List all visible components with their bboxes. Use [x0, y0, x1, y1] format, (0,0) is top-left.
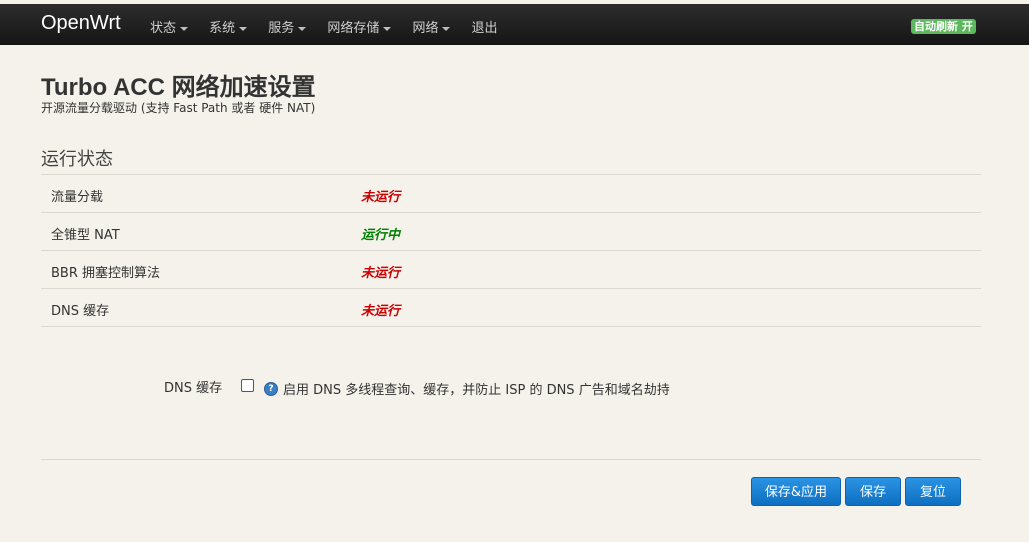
top-navbar: OpenWrt 状态 系统 服务 网络存储 网络 退出 自动刷新 开 [0, 4, 1029, 45]
menu-status-label: 状态 [150, 21, 177, 36]
status-label: BBR 拥塞控制算法 [51, 266, 161, 281]
menu-network-label: 网络 [412, 21, 439, 36]
status-value: 未运行 [361, 190, 401, 205]
menu-services-label: 服务 [268, 21, 295, 36]
status-row-fullcone-nat: 全锥型 NAT 运行中 [41, 213, 981, 251]
status-row-flow-offload: 流量分载 未运行 [41, 175, 981, 213]
status-table: 流量分载 未运行 全锥型 NAT 运行中 BBR 拥塞控制算法 未运行 DNS … [41, 174, 981, 327]
save-button[interactable]: 保存 [845, 477, 901, 506]
brand-logo[interactable]: OpenWrt [41, 12, 121, 35]
status-label: DNS 缓存 [51, 304, 110, 319]
menu-services[interactable]: 服务 [268, 17, 307, 36]
auto-refresh-badge[interactable]: 自动刷新 开 [911, 19, 976, 34]
menu-nas-label: 网络存储 [327, 21, 380, 36]
menu-logout[interactable]: 退出 [472, 17, 498, 36]
dns-cache-checkbox[interactable] [241, 379, 254, 392]
caret-down-icon [442, 26, 451, 31]
status-value: 未运行 [361, 266, 401, 281]
page-title: Turbo ACC 网络加速设置 [41, 74, 316, 101]
caret-down-icon [180, 26, 189, 31]
form-divider [41, 459, 981, 460]
help-icon: ? [264, 382, 278, 396]
main-menu: 状态 系统 服务 网络存储 网络 退出 [150, 17, 514, 37]
dns-cache-description: 启用 DNS 多线程查询、缓存，并防止 ISP 的 DNS 广告和域名劫持 [283, 383, 670, 398]
dns-cache-option-label: DNS 缓存 [164, 381, 223, 396]
caret-down-icon [239, 26, 248, 31]
reset-button[interactable]: 复位 [905, 477, 961, 506]
status-value: 未运行 [361, 304, 401, 319]
menu-nas[interactable]: 网络存储 [327, 17, 392, 36]
menu-system-label: 系统 [209, 21, 236, 36]
menu-network[interactable]: 网络 [412, 17, 451, 36]
status-section-title: 运行状态 [41, 149, 113, 170]
menu-status[interactable]: 状态 [150, 17, 189, 36]
menu-logout-label: 退出 [471, 21, 498, 36]
menu-system[interactable]: 系统 [209, 17, 248, 36]
status-row-dns-cache: DNS 缓存 未运行 [41, 289, 981, 327]
caret-down-icon [383, 26, 392, 31]
status-row-bbr: BBR 拥塞控制算法 未运行 [41, 251, 981, 289]
save-apply-button[interactable]: 保存&应用 [751, 477, 841, 506]
status-label: 全锥型 NAT [51, 228, 120, 243]
status-label: 流量分载 [51, 190, 104, 205]
page-subtitle: 开源流量分载驱动 (支持 Fast Path 或者 硬件 NAT) [41, 101, 316, 115]
status-value: 运行中 [361, 228, 401, 243]
caret-down-icon [298, 26, 307, 31]
